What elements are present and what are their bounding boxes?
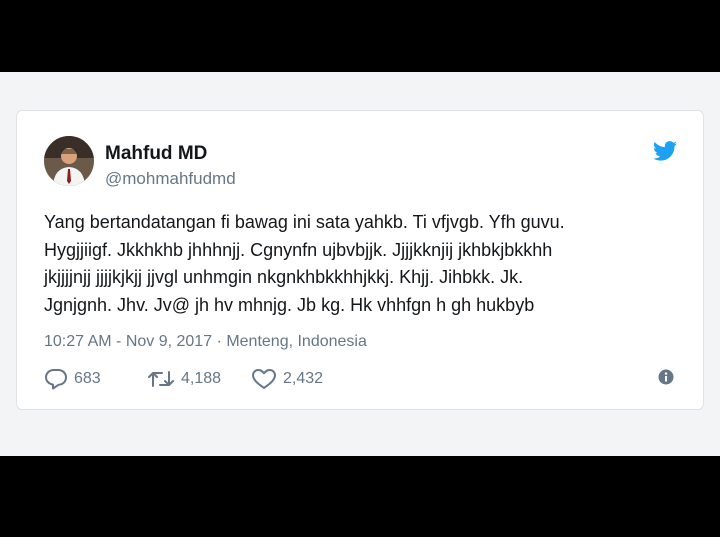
author-name[interactable]: Mahfud MD [105, 143, 207, 165]
tweet-card[interactable]: Mahfud MD @mohmahfudmd Yang bertandatang… [16, 110, 704, 410]
retweet-button[interactable]: 4,188 [147, 367, 221, 391]
reply-icon [44, 368, 68, 390]
author-handle[interactable]: @mohmahfudmd [105, 169, 236, 189]
info-icon[interactable] [658, 369, 674, 385]
avatar[interactable] [44, 136, 94, 186]
heart-icon [251, 368, 277, 390]
like-button[interactable]: 2,432 [251, 367, 323, 391]
reply-count: 683 [74, 370, 101, 387]
tweet-text: Yang bertandatangan fi bawag ini sata ya… [44, 212, 565, 315]
twitter-bird-icon[interactable] [653, 141, 677, 161]
tweet-timestamp-location[interactable]: 10:27 AM - Nov 9, 2017 · Menteng, Indone… [44, 333, 367, 351]
reply-button[interactable]: 683 [44, 367, 101, 391]
retweet-count: 4,188 [181, 370, 222, 387]
like-count: 2,432 [283, 370, 324, 387]
retweet-icon [147, 368, 175, 390]
screen-area: Mahfud MD @mohmahfudmd Yang bertandatang… [0, 72, 720, 456]
